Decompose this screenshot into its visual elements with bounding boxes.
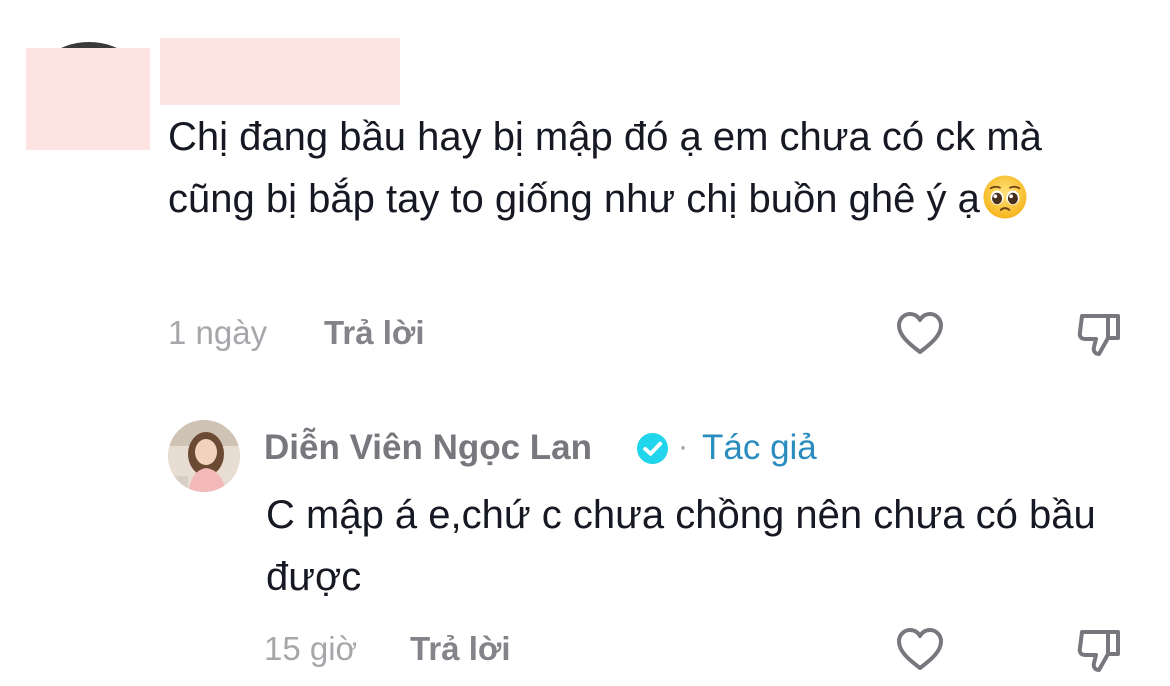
pleading-face-emoji	[983, 175, 1027, 219]
username-redaction	[160, 38, 400, 105]
verified-badge-icon	[636, 432, 669, 465]
reply-timestamp: 15 giờ	[264, 630, 358, 667]
comment-text: Chị đang bầu hay bị mập đó ạ em chưa có …	[168, 106, 1128, 230]
avatar-redaction	[26, 48, 150, 150]
thumbs-down-icon[interactable]	[1074, 308, 1126, 358]
heart-outline-icon[interactable]	[894, 308, 946, 358]
separator-dot: ·	[678, 430, 688, 463]
heart-outline-icon[interactable]	[894, 624, 946, 674]
author-tag: Tác giả	[702, 428, 817, 467]
comment-timestamp: 1 ngày	[168, 314, 268, 351]
comment-reply-button[interactable]: Trả lời	[324, 314, 425, 352]
comment-text-content: Chị đang bầu hay bị mập đó ạ em chưa có …	[168, 115, 1042, 221]
thumbs-down-icon[interactable]	[1074, 624, 1126, 674]
reply-text: C mập á e,chứ c chưa chồng nên chưa có b…	[266, 493, 1096, 599]
author-avatar[interactable]	[168, 420, 240, 492]
reply-reply-button[interactable]: Trả lời	[410, 630, 511, 668]
author-name[interactable]: Diễn Viên Ngọc Lan	[264, 428, 592, 468]
